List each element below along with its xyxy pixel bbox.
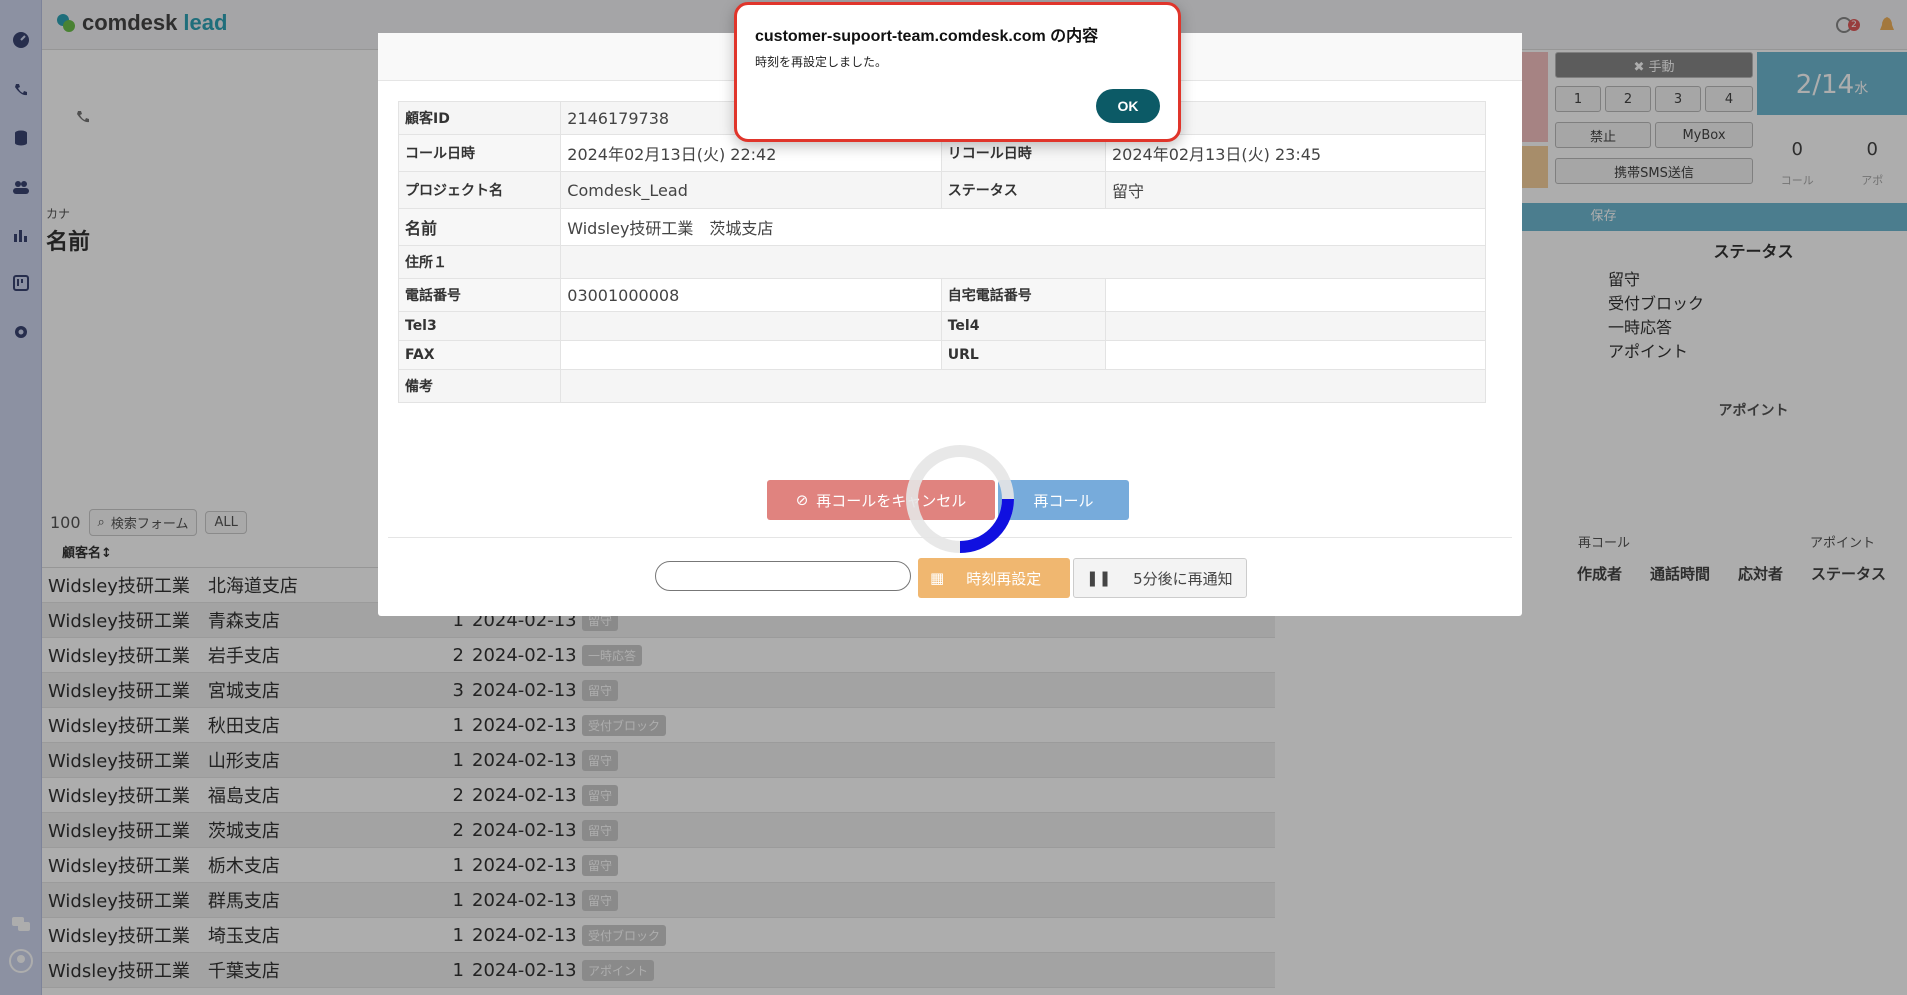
field-label: URL	[940, 340, 1106, 370]
info-row: 備考	[397, 369, 1486, 403]
field-label: コール日時	[397, 134, 562, 172]
snooze-button[interactable]: ❚❚ 5分後に再通知	[1073, 558, 1247, 598]
field-label: プロジェクト名	[397, 171, 562, 209]
tel4	[1104, 311, 1487, 341]
customer-name: Widsley技研工業 茨城支店	[560, 208, 1486, 246]
tel3	[560, 311, 942, 341]
recall-label: 再コール	[1033, 491, 1094, 510]
field-label: FAX	[397, 340, 562, 370]
info-row: 住所１	[397, 245, 1486, 279]
field-label: 住所１	[397, 245, 562, 279]
pause-icon: ❚❚	[1086, 569, 1112, 587]
phone-number: 03001000008	[560, 278, 942, 312]
url	[1104, 340, 1487, 370]
alert-title: customer-supoort-team.comdesk.com の内容	[755, 28, 1099, 45]
time-reset-label: 時刻再設定	[966, 569, 1042, 588]
field-label: Tel4	[940, 311, 1106, 341]
field-label: 電話番号	[397, 278, 562, 312]
loading-spinner-icon	[906, 445, 1014, 553]
field-label: 名前	[397, 208, 562, 246]
calendar-icon: ▦	[930, 569, 945, 587]
field-label: ステータス	[940, 171, 1106, 209]
app-root: comdesk lead 2 カナ 名前 100 ⌕ 検索フォーム ALL 顧客名↕…	[0, 0, 1907, 995]
time-input[interactable]	[655, 561, 911, 591]
fax	[560, 340, 942, 370]
field-label: Tel3	[397, 311, 562, 341]
snooze-label: 5分後に再通知	[1133, 569, 1233, 588]
notes	[560, 369, 1486, 403]
customer-info-table: 顧客ID214617973813 コール日時2024年02月13日(火) 22:…	[397, 101, 1487, 403]
info-row: 名前 Widsley技研工業 茨城支店	[397, 208, 1486, 246]
info-row: Tel3 Tel4	[397, 311, 1487, 341]
project-name: Comdesk_Lead	[560, 171, 942, 209]
time-reset-button[interactable]: ▦ 時刻再設定	[918, 558, 1070, 598]
status-value: 留守	[1104, 171, 1487, 209]
alert-message: 時刻を再設定しました。	[755, 55, 888, 69]
info-row: 電話番号 03001000008 自宅電話番号	[397, 278, 1487, 312]
field-label: 顧客ID	[397, 101, 562, 135]
ok-button[interactable]: OK	[1096, 89, 1160, 123]
field-label: 備考	[397, 369, 562, 403]
info-row: プロジェクト名 Comdesk_Lead ステータス 留守	[397, 171, 1487, 209]
info-row: FAX URL	[397, 340, 1487, 370]
ban-icon: ⊘	[795, 491, 809, 509]
home-phone	[1104, 278, 1487, 312]
field-label: 自宅電話番号	[940, 278, 1106, 312]
alert-dialog: customer-supoort-team.comdesk.com の内容 時刻…	[734, 2, 1181, 142]
address	[560, 245, 1486, 279]
